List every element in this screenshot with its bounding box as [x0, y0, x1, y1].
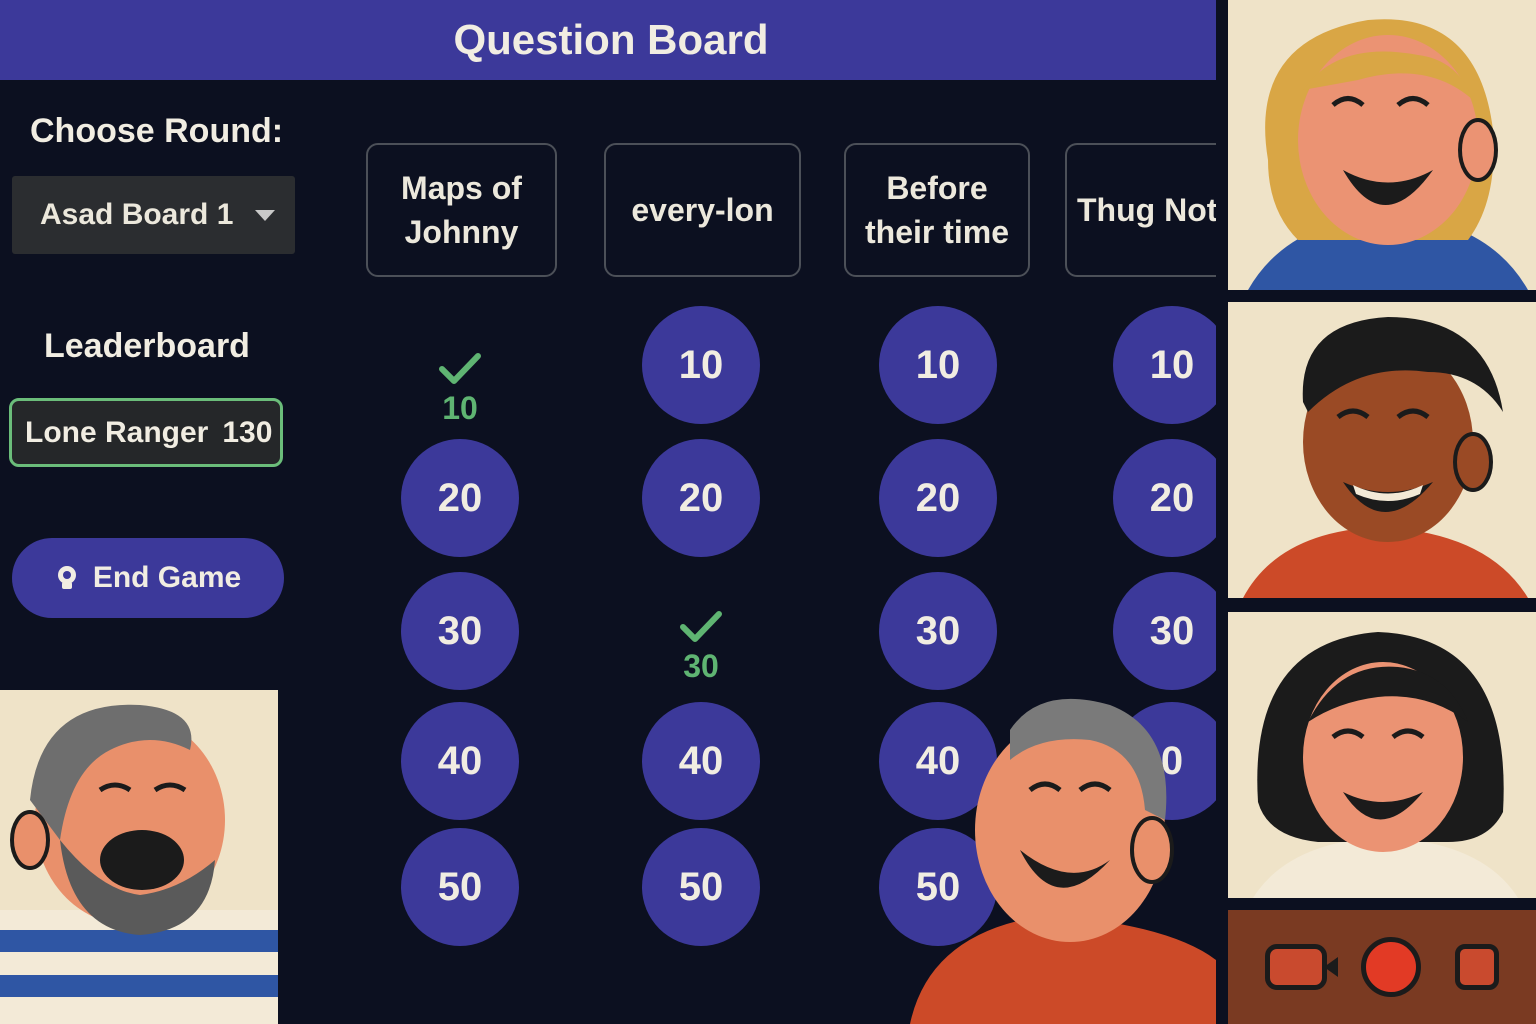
question-tile[interactable]: 50 — [401, 828, 519, 946]
category-header: Before their time — [844, 143, 1030, 277]
answered-tile: 30 — [642, 588, 760, 706]
question-tile[interactable]: 40 — [642, 702, 760, 820]
video-controls — [1228, 910, 1536, 1024]
question-tile[interactable]: 20 — [401, 439, 519, 557]
question-tile[interactable]: 20 — [1113, 439, 1216, 557]
player-score: 130 — [222, 415, 273, 449]
camera-icon[interactable] — [1265, 944, 1338, 990]
answered-tile: 10 — [401, 330, 519, 448]
round-select-value: Asad Board 1 — [40, 198, 234, 231]
player-name: Lone Ranger — [25, 415, 209, 449]
answered-value: 30 — [683, 647, 719, 684]
category-header: Thug Not — [1065, 143, 1216, 277]
participant-avatar — [1248, 19, 1528, 290]
choose-round-label: Choose Round: — [30, 112, 284, 150]
participant-avatar — [0, 704, 278, 1024]
participant-avatar — [1243, 317, 1528, 598]
category-title-line2: their time — [864, 214, 1010, 250]
checkmark-icon — [680, 610, 722, 642]
category-title-line1: Thug Not — [1077, 192, 1216, 228]
category-title-line2: Johnny — [404, 214, 519, 250]
category-header: every-lon — [604, 143, 801, 277]
lightbulb-icon — [57, 566, 76, 589]
question-tile[interactable]: 10 — [642, 306, 760, 424]
end-game-label: End Game — [92, 561, 242, 594]
question-tile[interactable]: 20 — [642, 439, 760, 557]
stop-icon[interactable] — [1455, 944, 1499, 990]
question-tile[interactable]: 50 — [642, 828, 760, 946]
header-bar: Question Board — [0, 0, 1216, 80]
participant-video — [1228, 612, 1536, 898]
page-title: Question Board — [453, 16, 769, 63]
question-tile[interactable]: 40 — [401, 702, 519, 820]
category-title-line1: Before — [886, 170, 988, 206]
question-tile[interactable]: 20 — [879, 439, 997, 557]
participant-video — [0, 690, 278, 1024]
question-tile[interactable]: 30 — [1113, 572, 1216, 690]
end-game-button[interactable]: End Game — [12, 538, 284, 618]
round-select[interactable]: Asad Board 1 — [12, 176, 295, 254]
record-icon[interactable] — [1361, 937, 1421, 997]
leaderboard-entry: Lone Ranger 130 — [9, 398, 283, 467]
participant-video — [890, 690, 1216, 1024]
participant-avatar — [910, 698, 1216, 1024]
leaderboard-title: Leaderboard — [44, 327, 250, 365]
category-title-line1: every-lon — [631, 192, 774, 228]
question-board: Question Board Choose Round: Asad Board … — [0, 0, 1216, 1024]
category-header: Maps of Johnny — [366, 143, 557, 277]
answered-value: 10 — [442, 389, 478, 426]
category-title-line1: Maps of — [401, 170, 522, 206]
question-tile[interactable]: 30 — [879, 572, 997, 690]
question-tile[interactable]: 10 — [879, 306, 997, 424]
checkmark-icon — [439, 352, 481, 384]
chevron-down-icon — [255, 210, 275, 221]
participant-video — [1228, 0, 1536, 290]
participant-avatar — [1253, 632, 1518, 898]
question-tile[interactable]: 10 — [1113, 306, 1216, 424]
participant-video — [1228, 302, 1536, 598]
question-tile[interactable]: 30 — [401, 572, 519, 690]
